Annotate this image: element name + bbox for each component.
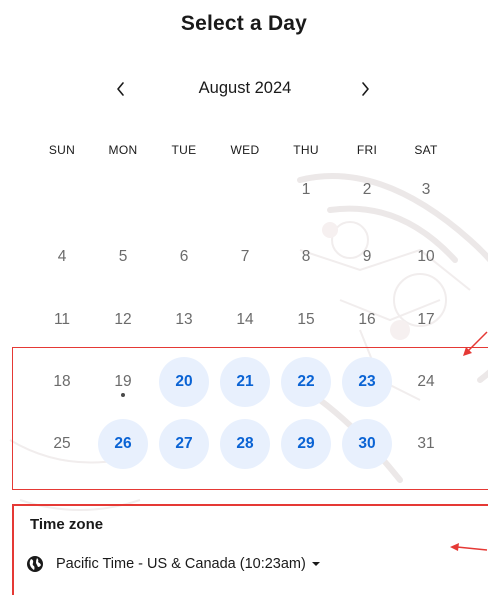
day-cell: 9 <box>342 232 392 282</box>
day-number: 4 <box>57 248 67 265</box>
day-cell: 7 <box>220 232 270 282</box>
timezone-label: Time zone <box>30 516 104 533</box>
next-month-button[interactable] <box>350 74 380 104</box>
page-title: Select a Day <box>180 12 308 35</box>
day-number: 14 <box>236 311 254 328</box>
day-number: 9 <box>362 248 372 265</box>
annotation-arrow-icon <box>450 543 488 551</box>
month-navigation: August 2024 <box>0 74 488 104</box>
day-number: 16 <box>358 311 376 328</box>
day-number: 3 <box>421 181 431 198</box>
day-number: 11 <box>53 311 71 328</box>
month-label: August 2024 <box>198 79 292 97</box>
day-number: 5 <box>118 248 128 265</box>
day-cell: 13 <box>159 295 209 345</box>
previous-month-button[interactable] <box>106 74 136 104</box>
weekday-tue: TUE <box>171 143 197 157</box>
annotation-highlight-weeks <box>12 347 488 490</box>
day-cell: 14 <box>220 295 270 345</box>
day-number: 15 <box>297 311 315 328</box>
day-cell: 15 <box>281 295 331 345</box>
day-cell: 8 <box>281 232 331 282</box>
timezone-select[interactable]: Pacific Time - US & Canada (10:23am) <box>26 552 321 576</box>
day-cell: 16 <box>342 295 392 345</box>
day-number: 1 <box>301 181 311 198</box>
day-number: 7 <box>240 248 250 265</box>
globe-icon <box>26 554 46 574</box>
day-cell: 4 <box>37 232 87 282</box>
weekday-wed: WED <box>230 143 260 157</box>
day-cell: 6 <box>159 232 209 282</box>
day-cell: 12 <box>98 295 148 345</box>
weekday-fri: FRI <box>356 143 378 157</box>
weekday-sun: SUN <box>48 143 76 157</box>
annotation-arrow-icon <box>463 331 488 356</box>
weekday-sat: SAT <box>414 143 438 157</box>
day-number: 12 <box>114 311 132 328</box>
day-number: 6 <box>179 248 189 265</box>
weekday-header-row: SUN MON TUE WED THU FRI SAT <box>0 143 488 159</box>
weekday-thu: THU <box>293 143 319 157</box>
timezone-value: Pacific Time - US & Canada (10:23am) <box>56 556 306 572</box>
day-cell: 2 <box>342 165 392 215</box>
day-number: 8 <box>301 248 311 265</box>
day-cell: 11 <box>37 295 87 345</box>
day-number: 13 <box>175 311 193 328</box>
chevron-right-icon <box>362 82 369 96</box>
caret-down-icon <box>311 561 321 567</box>
weekday-mon: MON <box>108 143 138 157</box>
day-cell: 3 <box>401 165 451 215</box>
day-number: 2 <box>362 181 372 198</box>
day-cell: 17 <box>401 295 451 345</box>
day-cell: 1 <box>281 165 331 215</box>
chevron-left-icon <box>117 82 124 96</box>
day-cell: 10 <box>401 232 451 282</box>
day-cell: 5 <box>98 232 148 282</box>
day-number: 17 <box>417 311 435 328</box>
day-number: 10 <box>417 248 435 265</box>
